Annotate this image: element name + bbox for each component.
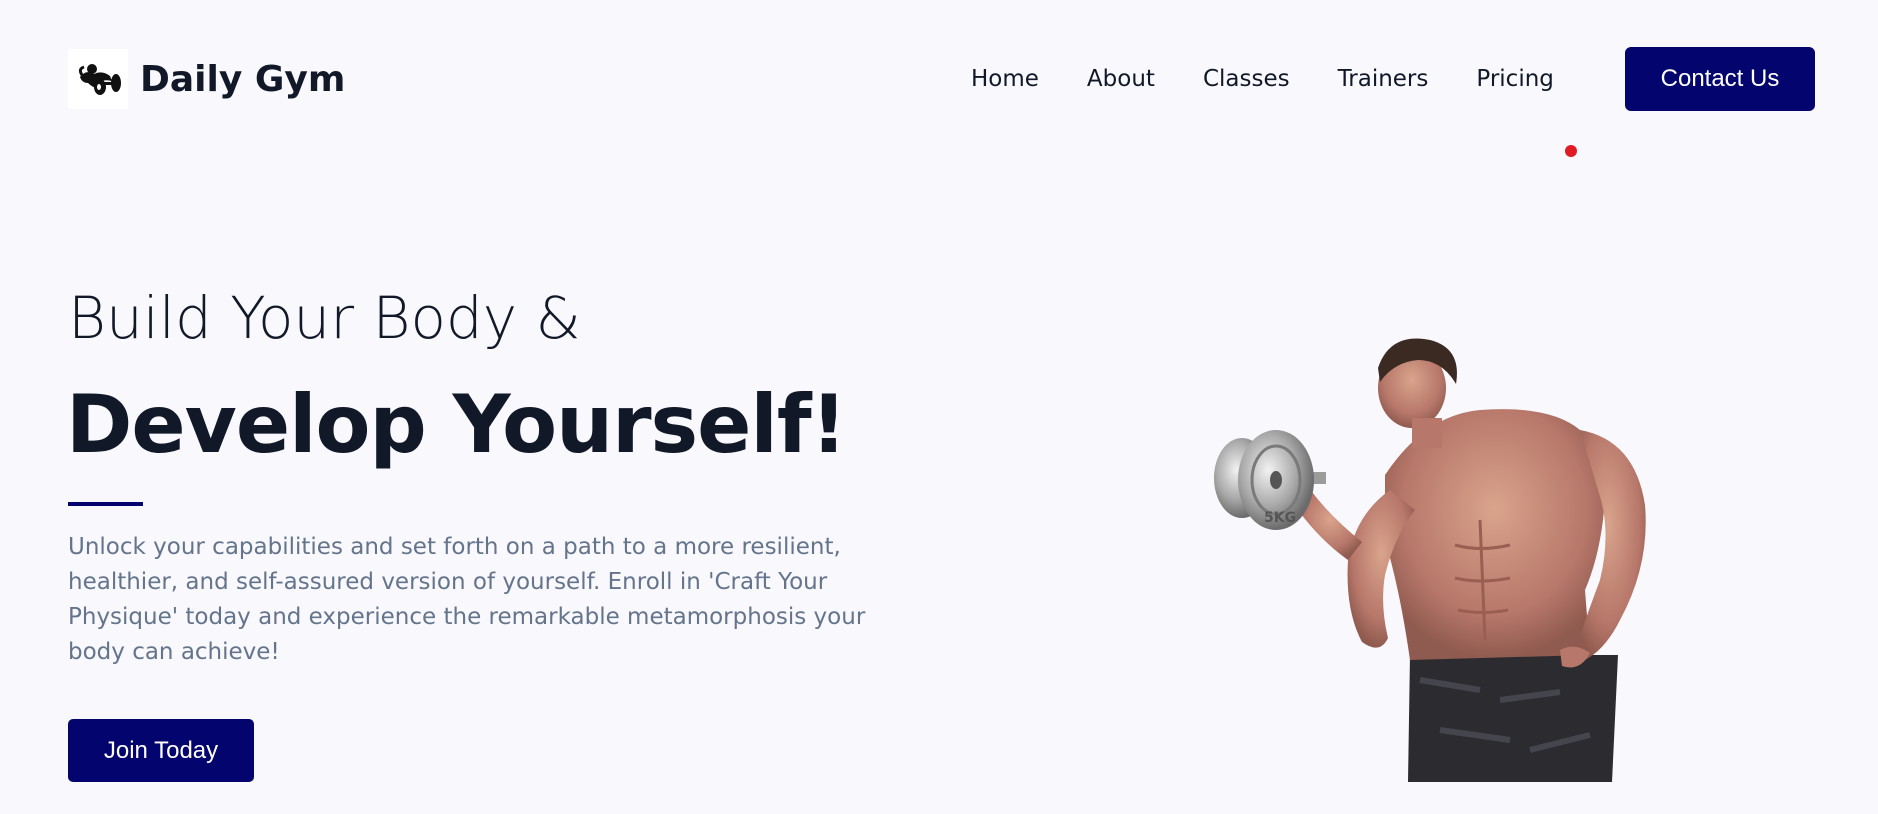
brand-logo[interactable]: Daily Gym — [68, 49, 345, 109]
hero-heading: Develop Yourself! — [66, 378, 847, 471]
nav-trainers[interactable]: Trainers — [1338, 62, 1429, 96]
contact-us-button[interactable]: Contact Us — [1625, 47, 1815, 111]
nav-home[interactable]: Home — [971, 62, 1039, 96]
page: Daily Gym Home About Classes Trainers Pr… — [0, 0, 1878, 814]
dumbbell-weight-label: 5KG — [1264, 510, 1296, 526]
active-indicator-dot — [1565, 145, 1577, 157]
nav-pricing[interactable]: Pricing — [1476, 62, 1554, 96]
hero-subheading: Build Your Body & — [68, 284, 581, 352]
bodybuilder-dumbbell-icon — [68, 49, 128, 109]
join-today-button[interactable]: Join Today — [68, 719, 254, 782]
nav-classes[interactable]: Classes — [1203, 62, 1290, 96]
main-nav: Home About Classes Trainers Pricing — [971, 62, 1602, 96]
hero-athlete-image: 5KG — [1180, 320, 1700, 782]
brand-name: Daily Gym — [140, 58, 346, 100]
nav-about[interactable]: About — [1087, 62, 1155, 96]
athlete-illustration: 5KG — [1214, 338, 1646, 782]
heading-divider — [68, 502, 143, 506]
hero-description: Unlock your capabilities and set forth o… — [68, 534, 866, 665]
